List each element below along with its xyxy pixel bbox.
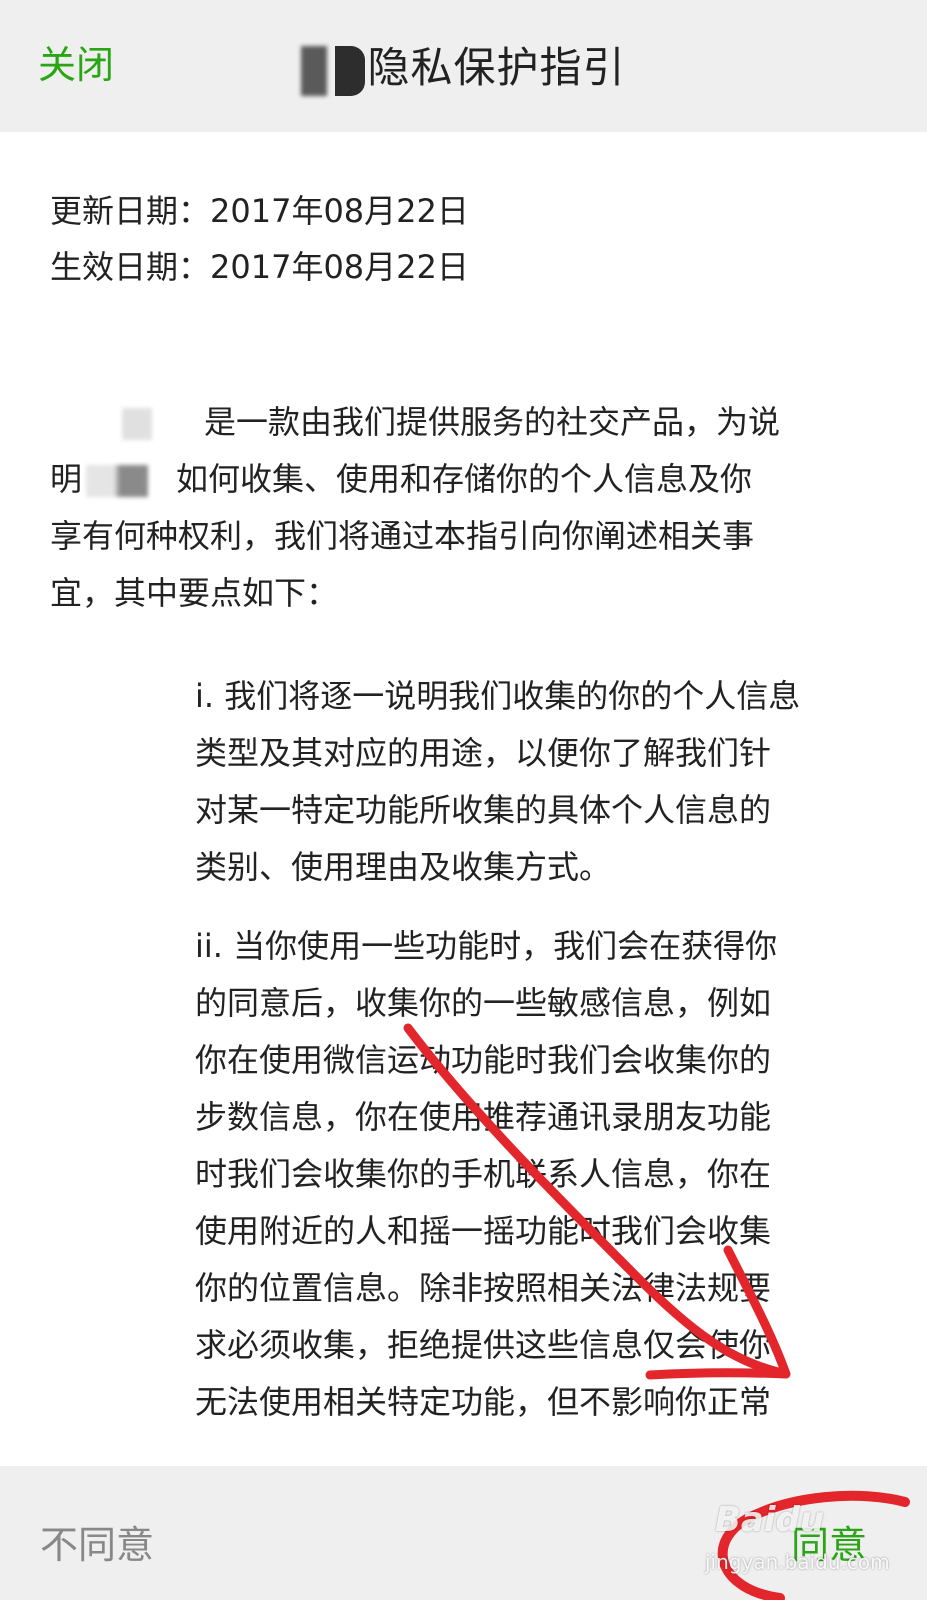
intro-line: 享有何种权利，我们将通过本指引向你阐述相关事	[50, 517, 755, 555]
updated-date: 更新日期：2017年08月22日	[50, 192, 469, 230]
page-title: 隐私保护指引	[0, 34, 927, 96]
bottom-action-bar: 不同意 同意	[0, 1466, 927, 1600]
point-line: 类型及其对应的用途，以便你了解我们针	[195, 734, 772, 772]
point-line: 的同意后，收集你的一些敏感信息，例如	[195, 984, 772, 1022]
point-line: ii. 当你使用一些功能时，我们会在获得你	[195, 927, 778, 965]
point-line: 你在使用微信运动功能时我们会收集你的	[195, 1041, 772, 1079]
point-line: 无法使用相关特定功能，但不影响你正常	[195, 1383, 772, 1421]
title-text: 隐私保护指引	[367, 43, 626, 92]
point-line: i. 我们将逐一说明我们收集的你的个人信息	[195, 677, 801, 715]
intro-line: 宜，其中要点如下：	[50, 574, 339, 612]
agree-button[interactable]: 同意	[791, 1514, 867, 1569]
point-line: 时我们会收集你的手机联系人信息，你在	[195, 1155, 772, 1193]
intro-text: 是一款由我们提供服务的社交产品，为说	[204, 403, 781, 441]
effective-date: 生效日期：2017年08月22日	[50, 248, 469, 286]
intro-line: 明 如何收集、使用和存储你的个人信息及你	[50, 451, 870, 508]
policy-content[interactable]: 更新日期：2017年08月22日 生效日期：2017年08月22日 是一款由我们…	[0, 132, 927, 1466]
intro-line: 是一款由我们提供服务的社交产品，为说	[50, 394, 870, 451]
point-line: 你的位置信息。除非按照相关法律法规要	[195, 1269, 772, 1307]
redacted-app-name-part	[301, 45, 328, 96]
point-line: 对某一特定功能所收集的具体个人信息的	[195, 791, 772, 829]
redacted-app-name	[122, 408, 152, 440]
redacted-app-name-part	[335, 45, 366, 96]
intro-text: 明	[50, 460, 83, 498]
policy-point-2: ii. 当你使用一些功能时，我们会在获得你 的同意后，收集你的一些敏感信息，例如…	[195, 918, 895, 1431]
point-line: 使用附近的人和摇一摇功能时我们会收集	[195, 1212, 772, 1250]
point-line: 求必须收集，拒绝提供这些信息仅会使你	[195, 1326, 772, 1364]
top-bar: 关闭 隐私保护指引	[0, 0, 927, 132]
point-line: 类别、使用理由及收集方式。	[195, 848, 612, 886]
disagree-button[interactable]: 不同意	[40, 1514, 154, 1569]
intro-paragraph: 是一款由我们提供服务的社交产品，为说 明 如何收集、使用和存储你的个人信息及你 享…	[50, 394, 870, 622]
policy-point-1: i. 我们将逐一说明我们收集的你的个人信息 类型及其对应的用途，以便你了解我们针…	[195, 668, 895, 896]
redacted-app-name	[86, 465, 149, 497]
point-line: 步数信息，你在使用推荐通讯录朋友功能	[195, 1098, 772, 1136]
intro-text: 如何收集、使用和存储你的个人信息及你	[176, 460, 753, 498]
